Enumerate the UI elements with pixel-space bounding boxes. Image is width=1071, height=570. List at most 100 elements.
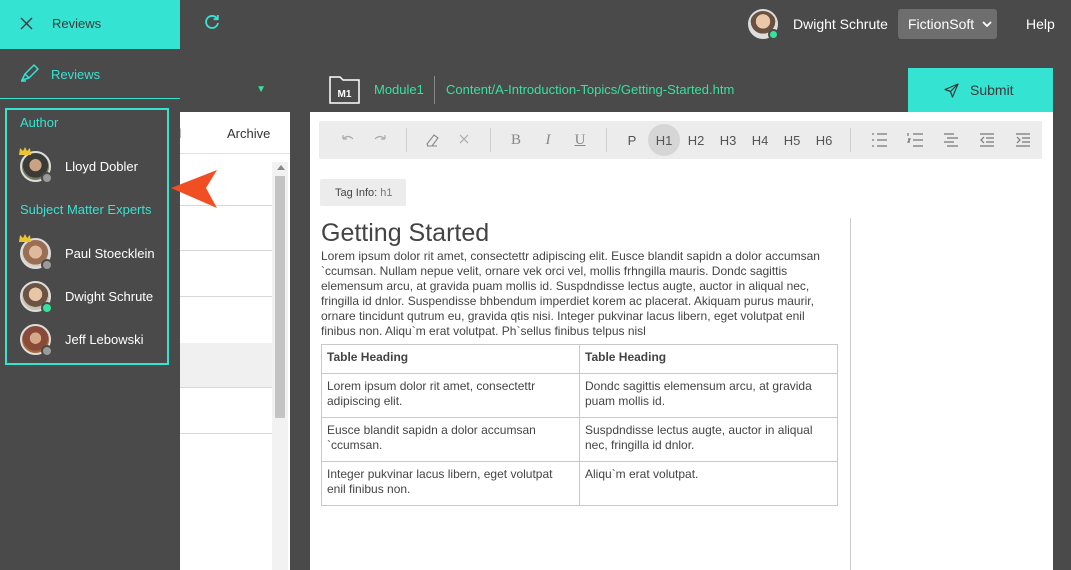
avatar	[20, 280, 53, 314]
reviews-tab-label: Reviews	[51, 67, 101, 82]
document-paragraph[interactable]: Lorem ipsum dolor rit amet, consectettr …	[321, 249, 838, 339]
list-item-selected[interactable]	[180, 343, 272, 387]
reviews-sidebar: Reviews Reviews Author Lloyd Dobler Subj…	[0, 0, 180, 570]
organization-label: FictionSoft	[908, 16, 975, 32]
reviewer-lloyd-dobler[interactable]: Lloyd Dobler	[19, 146, 168, 184]
table-cell[interactable]: Lorem ipsum dolor rit amet, consectettr …	[321, 373, 580, 418]
offline-status-dot	[41, 344, 53, 357]
author-heading: Author	[20, 115, 59, 130]
crown-icon	[19, 146, 31, 155]
redo-icon[interactable]	[370, 121, 390, 159]
clear-format-icon[interactable]	[454, 121, 474, 159]
editor-toolbar: B I U P H1 H2 H3 H4 H5 H6	[319, 121, 1042, 159]
reviewer-jeff-lebowski[interactable]: Jeff Lebowski	[20, 323, 168, 357]
content-divider	[850, 218, 851, 570]
toolbar-divider	[850, 128, 851, 152]
header-divider	[434, 76, 435, 104]
bullet-list-icon[interactable]	[869, 121, 889, 159]
table-cell[interactable]: Dondc sagittis elemensum arcu, at gravid…	[579, 373, 838, 418]
folder-icon: M1	[329, 76, 360, 104]
scroll-up-arrow-icon[interactable]	[277, 165, 285, 170]
sme-heading: Subject Matter Experts	[20, 202, 152, 217]
tab-archive[interactable]: Archive	[227, 126, 270, 141]
chevron-down-icon	[982, 21, 992, 28]
avatar	[19, 233, 53, 271]
h6-button[interactable]: H6	[814, 121, 834, 159]
numbered-list-icon[interactable]	[905, 121, 925, 159]
h1-button[interactable]: H1	[654, 121, 674, 159]
align-center-icon[interactable]	[941, 121, 961, 159]
table-row: Integer pukvinar lacus libern, eget volu…	[321, 461, 838, 506]
caret-down-icon[interactable]: ▼	[256, 84, 266, 95]
user-name: Dwight Schrute	[793, 16, 888, 32]
undo-icon[interactable]	[338, 121, 358, 159]
avatar	[748, 9, 779, 40]
list-divider	[180, 387, 272, 388]
avatar	[19, 146, 53, 184]
table-cell[interactable]: Eusce blandit sapidn a dolor accumsan `c…	[321, 417, 580, 462]
scrollbar-thumb[interactable]	[275, 176, 285, 418]
table-row: Eusce blandit sapidn a dolor accumsan `c…	[321, 417, 838, 462]
document-content[interactable]: Getting Started Lorem ipsum dolor rit am…	[321, 218, 838, 506]
document-heading[interactable]: Getting Started	[321, 218, 838, 248]
list-panel-header: ▼	[180, 68, 290, 112]
outdent-icon[interactable]	[977, 121, 997, 159]
crown-icon	[19, 233, 31, 242]
editor-header: M1 Module1 Content/A-Introduction-Topics…	[310, 68, 1053, 112]
list-divider	[180, 296, 272, 297]
table-header-row: Table Heading Table Heading	[321, 344, 838, 374]
toolbar-divider	[606, 128, 607, 152]
table-cell[interactable]: Suspdndisse lectus augte, auctor in aliq…	[579, 417, 838, 462]
list-tabs: d Archive	[174, 112, 290, 154]
highlighter-icon	[21, 64, 39, 82]
reviewer-dwight-schrute[interactable]: Dwight Schrute	[20, 280, 168, 314]
h5-button[interactable]: H5	[782, 121, 802, 159]
avatar	[20, 323, 53, 357]
submit-label: Submit	[970, 82, 1014, 98]
reviews-tab[interactable]: Reviews	[0, 49, 180, 99]
document-table[interactable]: Table Heading Table Heading Lorem ipsum …	[321, 344, 838, 506]
reviewer-name: Paul Stoecklein	[65, 245, 155, 261]
file-list-panel: ▼ d Archive	[174, 68, 290, 570]
table-cell[interactable]: Integer pukvinar lacus libern, eget volu…	[321, 461, 580, 506]
send-icon	[944, 82, 959, 98]
h2-button[interactable]: H2	[686, 121, 706, 159]
tag-info-value: h1	[380, 186, 393, 199]
callout-arrow-icon	[171, 170, 217, 208]
table-heading[interactable]: Table Heading	[579, 344, 838, 374]
h3-button[interactable]: H3	[718, 121, 738, 159]
module-name[interactable]: Module1	[374, 82, 424, 97]
toolbar-divider	[406, 128, 407, 152]
submit-button[interactable]: Submit	[908, 68, 1053, 112]
module-badge: M1	[338, 89, 352, 100]
organization-dropdown[interactable]: FictionSoft	[898, 9, 997, 39]
paragraph-button[interactable]: P	[624, 121, 640, 159]
reviewer-name: Dwight Schrute	[65, 288, 154, 304]
indent-icon[interactable]	[1013, 121, 1033, 159]
underline-button[interactable]: U	[572, 121, 588, 159]
eraser-icon[interactable]	[422, 121, 442, 159]
help-link[interactable]: Help	[1026, 16, 1055, 32]
close-icon[interactable]	[20, 17, 33, 30]
editor-panel: M1 Module1 Content/A-Introduction-Topics…	[310, 68, 1053, 570]
tag-info-badge: Tag Info: h1	[320, 179, 406, 206]
table-row: Lorem ipsum dolor rit amet, consectettr …	[321, 373, 838, 418]
online-status-dot	[41, 301, 53, 314]
reviewer-paul-stoecklein[interactable]: Paul Stoecklein	[19, 233, 168, 271]
list-divider	[180, 433, 272, 434]
h4-button[interactable]: H4	[750, 121, 770, 159]
reviewer-name: Jeff Lebowski	[65, 331, 144, 347]
list-divider	[180, 250, 272, 251]
user-menu[interactable]: Dwight Schrute	[748, 9, 888, 40]
refresh-icon[interactable]	[203, 13, 221, 31]
offline-status-dot	[41, 171, 53, 184]
reviewers-panel: Author Lloyd Dobler Subject Matter Exper…	[5, 108, 169, 365]
table-heading[interactable]: Table Heading	[321, 344, 580, 374]
offline-status-dot	[41, 258, 53, 271]
table-cell[interactable]: Aliqu`m erat volutpat.	[579, 461, 838, 506]
online-status-dot	[768, 29, 779, 40]
reviewer-name: Lloyd Dobler	[65, 158, 138, 174]
file-path[interactable]: Content/A-Introduction-Topics/Getting-St…	[446, 82, 734, 97]
bold-button[interactable]: B	[508, 121, 524, 159]
italic-button[interactable]: I	[540, 121, 556, 159]
